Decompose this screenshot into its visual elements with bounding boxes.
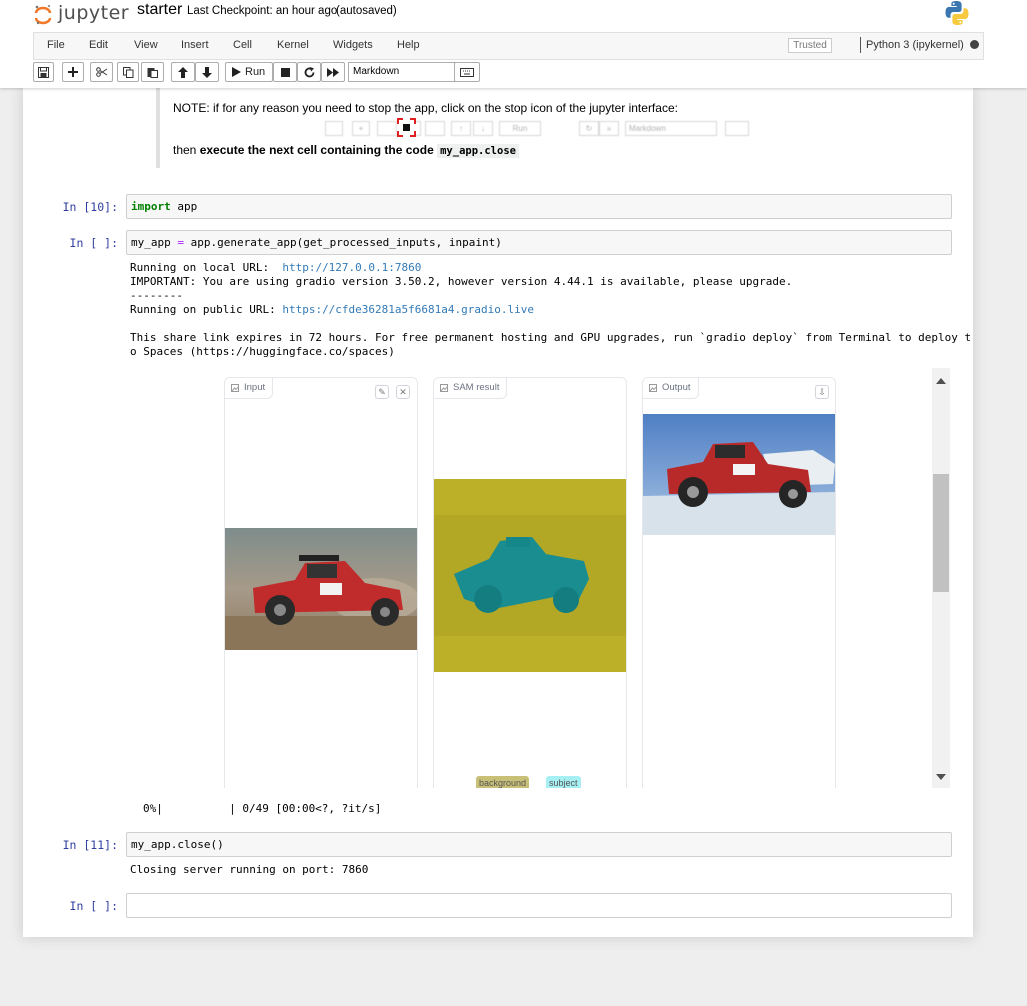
local-url-link[interactable]: http://127.0.0.1:7860: [282, 261, 421, 274]
mini-cell-type: Markdown: [625, 121, 717, 136]
subject-tag: subject: [546, 776, 581, 788]
menu-insert[interactable]: Insert: [181, 39, 209, 51]
menu-view[interactable]: View: [134, 39, 158, 51]
kernel-name[interactable]: Python 3 (ipykernel): [866, 39, 964, 51]
toolbar-screenshot-image: + ↑ ↓ Run ↻ » Markdown: [325, 121, 763, 138]
image-icon: [231, 384, 239, 392]
menu-help[interactable]: Help: [397, 39, 420, 51]
sam-result-panel: SAM result background subject: [433, 377, 627, 788]
output-image-panel: Output ⇩: [642, 377, 836, 788]
kernel-separator: [860, 37, 861, 53]
image-icon: [649, 384, 657, 392]
arrow-down-icon: [202, 66, 212, 78]
scroll-up-icon[interactable]: [936, 378, 946, 384]
cut-button[interactable]: [90, 62, 113, 82]
cell-prompt: In [10]:: [62, 200, 118, 214]
frame-scrollbar-thumb[interactable]: [933, 474, 949, 592]
kernel-status-icon: [970, 40, 979, 49]
last-checkpoint: Last Checkpoint: an hour ago: [187, 5, 338, 17]
output-label: Output: [643, 378, 699, 399]
copy-icon: [122, 66, 133, 78]
empty-code-cell[interactable]: [126, 893, 952, 918]
insert-cell-button[interactable]: [62, 62, 84, 82]
menu-cell[interactable]: Cell: [233, 39, 252, 51]
mini-run-label: Run: [499, 121, 541, 136]
save-button[interactable]: [33, 62, 54, 82]
paste-button[interactable]: [141, 62, 164, 82]
trusted-indicator[interactable]: Trusted: [788, 38, 832, 53]
progress-output: 0%| | 0/49 [00:00<?, ?it/s]: [143, 802, 382, 815]
cell-type-value: Markdown: [353, 66, 400, 77]
sam-mask-image: [434, 479, 626, 672]
gradio-app-frame: Input ✎ ✕ SAM result background subject …: [223, 368, 950, 788]
note-text: NOTE: if for any reason you need to stop…: [173, 101, 678, 115]
code-cell-import[interactable]: import app: [126, 194, 952, 219]
cell-output: Running on local URL: http://127.0.0.1:7…: [130, 261, 972, 358]
background-tag: background: [476, 776, 530, 788]
plus-icon: [68, 67, 78, 77]
public-url-link[interactable]: https://cfde36281a5f6681a4.gradio.live: [282, 303, 534, 316]
menu-bar: File Edit View Insert Cell Kernel Widget…: [33, 32, 984, 60]
markdown-cell[interactable]: NOTE: if for any reason you need to stop…: [156, 88, 955, 168]
input-image-panel[interactable]: Input ✎ ✕: [224, 377, 418, 788]
output-truck-image: [643, 414, 835, 535]
notebook-name[interactable]: starter: [137, 1, 182, 19]
notebook-container: NOTE: if for any reason you need to stop…: [23, 88, 973, 937]
restart-icon: [304, 66, 314, 77]
input-truck-image: [225, 528, 417, 650]
scissors-icon: [95, 67, 107, 77]
jupyter-logo[interactable]: jupyter: [34, 0, 129, 26]
cell-prompt: In [ ]:: [69, 236, 118, 250]
menu-file[interactable]: File: [47, 39, 65, 51]
run-button[interactable]: Run: [225, 62, 273, 82]
code-cell-close[interactable]: my_app.close(): [126, 832, 952, 857]
save-icon: [38, 66, 49, 78]
download-button[interactable]: ⇩: [815, 385, 829, 399]
copy-button[interactable]: [117, 62, 139, 82]
cell-prompt: In [ ]:: [69, 899, 118, 913]
interrupt-button[interactable]: [273, 62, 297, 82]
inline-code: my_app.close: [437, 144, 519, 158]
autosave-status: (autosaved): [336, 5, 397, 17]
edit-button[interactable]: ✎: [375, 385, 389, 399]
menu-kernel[interactable]: Kernel: [277, 39, 309, 51]
highlighted-stop-icon: [397, 118, 416, 137]
clear-button[interactable]: ✕: [396, 385, 410, 399]
move-down-button[interactable]: [195, 62, 219, 82]
cell-prompt: In [11]:: [62, 838, 118, 852]
menu-edit[interactable]: Edit: [89, 39, 108, 51]
run-label: Run: [245, 66, 266, 78]
arrow-up-icon: [178, 66, 188, 78]
jupyter-logo-icon: [34, 4, 52, 25]
fast-forward-icon: [327, 67, 339, 77]
code-cell-generate-app[interactable]: my_app = app.generate_app(get_processed_…: [126, 230, 952, 255]
python-logo-icon: [944, 0, 970, 26]
scroll-down-icon[interactable]: [936, 774, 946, 780]
command-palette-button[interactable]: [454, 62, 480, 82]
sam-result-label: SAM result: [434, 378, 508, 399]
jupyter-logo-text: jupyter: [58, 2, 130, 24]
then-instruction: then execute the next cell containing th…: [173, 143, 519, 158]
notebook-header: jupyter starter Last Checkpoint: an hour…: [0, 0, 1027, 88]
image-icon: [440, 384, 448, 392]
restart-button[interactable]: [297, 62, 321, 82]
menu-widgets[interactable]: Widgets: [333, 39, 373, 51]
input-label: Input: [225, 378, 274, 399]
keyboard-icon: [460, 67, 474, 77]
stop-icon: [280, 67, 290, 77]
play-icon: [232, 67, 241, 77]
cell-output: Closing server running on port: 7860: [130, 863, 369, 876]
restart-run-all-button[interactable]: [321, 62, 345, 82]
move-up-button[interactable]: [171, 62, 195, 82]
paste-icon: [147, 67, 158, 78]
